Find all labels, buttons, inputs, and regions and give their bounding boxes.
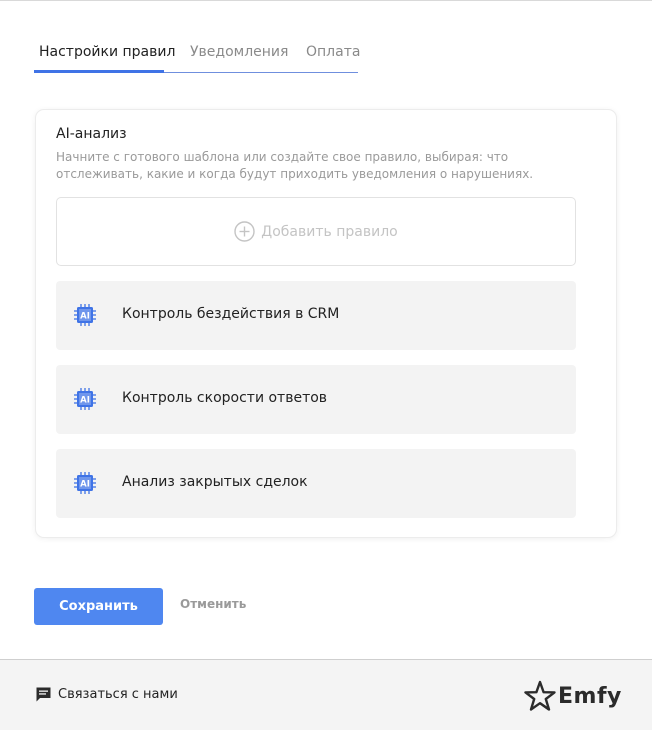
rule-label: Анализ закрытых сделок <box>122 474 308 490</box>
ai-chip-icon: AI <box>73 303 97 327</box>
cancel-button[interactable]: Отменить <box>180 597 246 611</box>
card-title: AI-анализ <box>56 126 127 142</box>
rule-response-speed[interactable]: AI Контроль скорости ответов <box>56 365 576 434</box>
tab-notifications[interactable]: Уведомления <box>190 44 288 60</box>
settings-tabs: Настройки правил Уведомления Оплата <box>34 42 360 73</box>
tab-payment[interactable]: Оплата <box>306 44 360 60</box>
emfy-logo: Emfy <box>524 680 622 712</box>
contact-label: Связаться с нами <box>58 687 178 702</box>
save-button[interactable]: Сохранить <box>34 588 163 625</box>
star-logo-icon <box>524 680 556 712</box>
chat-bubble-icon <box>35 686 52 703</box>
rule-closed-deals[interactable]: AI Анализ закрытых сделок <box>56 449 576 518</box>
footer: Связаться с нами Emfy <box>0 659 652 730</box>
ai-chip-icon: AI <box>73 471 97 495</box>
rule-crm-inactivity[interactable]: AI Контроль бездействия в CRM <box>56 281 576 350</box>
svg-text:AI: AI <box>80 312 90 322</box>
add-rule-button[interactable]: Добавить правило <box>56 197 576 266</box>
rule-label: Контроль бездействия в CRM <box>122 306 340 322</box>
svg-text:AI: AI <box>80 396 90 406</box>
rule-label: Контроль скорости ответов <box>122 390 328 406</box>
card-description: Начните с готового шаблона или создайте … <box>56 150 534 181</box>
brand-name: Emfy <box>558 683 622 709</box>
ai-analysis-card: AI-анализ Начните с готового шаблона или… <box>35 109 617 538</box>
tab-rule-settings[interactable]: Настройки правил <box>39 44 175 60</box>
contact-us-link[interactable]: Связаться с нами <box>35 686 178 703</box>
svg-text:AI: AI <box>80 480 90 490</box>
top-divider <box>0 0 652 1</box>
active-tab-indicator <box>34 70 164 73</box>
plus-circle-icon <box>234 221 255 242</box>
ai-chip-icon: AI <box>73 387 97 411</box>
add-rule-label: Добавить правило <box>261 223 398 240</box>
